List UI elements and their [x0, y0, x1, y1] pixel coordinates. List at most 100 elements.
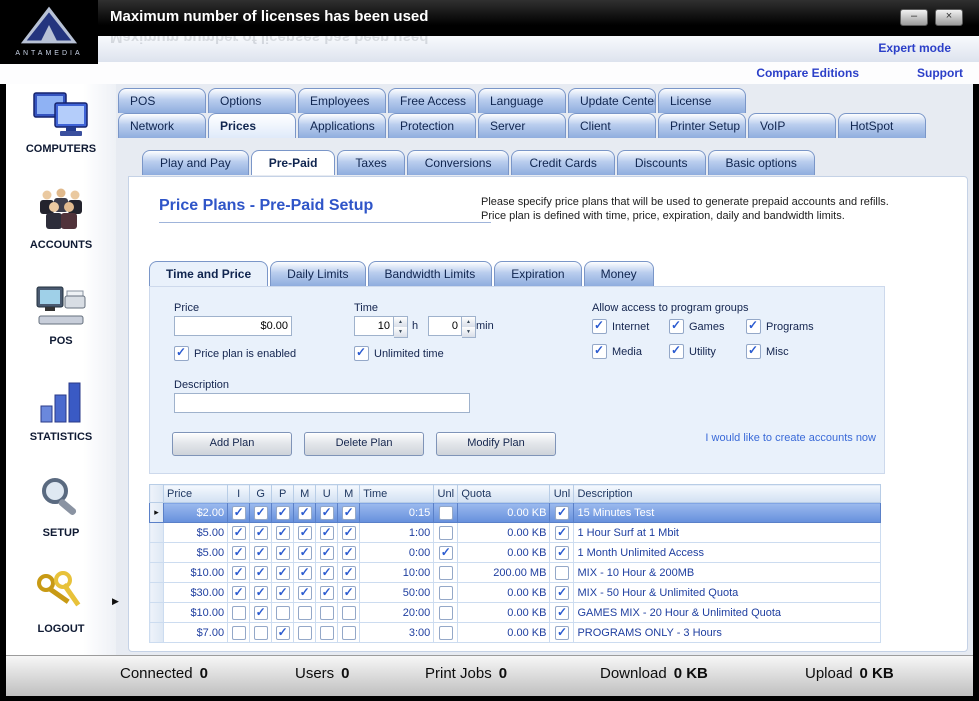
checkbox-mark[interactable]: [319, 505, 334, 520]
expert-mode-link[interactable]: Expert mode: [878, 41, 951, 55]
checkbox-mark[interactable]: [341, 545, 356, 560]
checkbox-mark[interactable]: [253, 625, 268, 640]
checkbox-mark[interactable]: [275, 545, 290, 560]
column-header-g[interactable]: G: [249, 484, 273, 503]
hours-input[interactable]: [354, 316, 394, 336]
checkbox-mark[interactable]: [592, 343, 607, 359]
sidebar-item-statistics[interactable]: STATISTICS: [6, 372, 116, 468]
column-header-u[interactable]: U: [315, 484, 339, 503]
checkbox-mark[interactable]: [438, 605, 453, 620]
checkbox-mark[interactable]: [231, 505, 246, 520]
checkbox-mark[interactable]: [669, 343, 684, 359]
column-header-description[interactable]: Description: [573, 484, 881, 503]
inner-tab-money[interactable]: Money: [583, 261, 654, 286]
checkbox-mark[interactable]: [319, 625, 334, 640]
close-button[interactable]: ×: [935, 9, 963, 26]
checkbox-mark[interactable]: [253, 545, 268, 560]
checkbox-mark[interactable]: [592, 318, 607, 334]
compare-editions-link[interactable]: Compare Editions: [756, 66, 859, 80]
tab-voip[interactable]: VoIP: [748, 113, 836, 138]
subtab-credit-cards[interactable]: Credit Cards: [511, 150, 615, 175]
checkbox-mark[interactable]: [253, 605, 268, 620]
subtab-pre-paid[interactable]: Pre-Paid: [250, 150, 336, 175]
subtab-play-and-pay[interactable]: Play and Pay: [142, 150, 249, 175]
column-header-m[interactable]: M: [293, 484, 317, 503]
support-link[interactable]: Support: [917, 66, 963, 80]
inner-tab-bandwidth-limits[interactable]: Bandwidth Limits: [367, 261, 493, 286]
tab-license[interactable]: License: [658, 88, 746, 113]
column-header-unl-2[interactable]: Unl: [549, 484, 575, 503]
table-row[interactable]: $7.00 3:00 0.00 KB PROGRAMS ONLY - 3 Hours: [148, 622, 881, 643]
checkbox-mark[interactable]: [297, 565, 312, 580]
checkbox-mark[interactable]: [253, 505, 268, 520]
checkbox-mark[interactable]: [275, 605, 290, 620]
inner-tab-expiration[interactable]: Expiration: [494, 261, 582, 286]
sidebar-item-pos[interactable]: POS: [6, 276, 116, 372]
modify-plan-button[interactable]: Modify Plan: [436, 432, 556, 456]
column-header-time[interactable]: Time: [359, 484, 435, 503]
table-row[interactable]: ▸$2.00 0:15 0.00 KB 15 Minutes Test: [148, 502, 881, 523]
checkbox-mark[interactable]: [319, 565, 334, 580]
tab-employees[interactable]: Employees: [298, 88, 386, 113]
checkbox-mark[interactable]: [319, 525, 334, 540]
column-header-unl[interactable]: Unl: [433, 484, 459, 503]
subtab-discounts[interactable]: Discounts: [616, 150, 706, 175]
subtab-conversions[interactable]: Conversions: [406, 150, 510, 175]
checkbox-mark[interactable]: [554, 565, 569, 580]
checkbox-media[interactable]: Media: [592, 343, 669, 359]
checkbox-mark[interactable]: [297, 625, 312, 640]
table-row[interactable]: $5.00 0:00 0.00 KB 1 Month Unlimited Access: [148, 542, 881, 563]
subtab-basic-options[interactable]: Basic options: [707, 150, 815, 175]
tab-client[interactable]: Client: [568, 113, 656, 138]
checkbox-mark[interactable]: [253, 525, 268, 540]
checkbox-mark[interactable]: [438, 525, 453, 540]
checkbox-mark[interactable]: [341, 605, 356, 620]
checkbox-misc[interactable]: Misc: [746, 343, 836, 359]
tab-network[interactable]: Network: [118, 113, 206, 138]
price-input[interactable]: [174, 316, 292, 336]
price-plan-enabled-checkbox[interactable]: Price plan is enabled: [174, 345, 296, 361]
column-header-m-2[interactable]: M: [337, 484, 361, 503]
tab-options[interactable]: Options: [208, 88, 296, 113]
tab-applications[interactable]: Applications: [298, 113, 386, 138]
checkbox-mark[interactable]: [438, 565, 453, 580]
checkbox-mark[interactable]: [319, 605, 334, 620]
checkbox-mark[interactable]: [275, 565, 290, 580]
minutes-input[interactable]: [428, 316, 462, 336]
column-header-price[interactable]: Price: [163, 484, 229, 503]
unlimited-time-checkbox[interactable]: Unlimited time: [354, 345, 444, 361]
checkbox-mark[interactable]: [231, 605, 246, 620]
minimize-button[interactable]: –: [900, 9, 928, 26]
checkbox-mark[interactable]: [341, 625, 356, 640]
checkbox-mark[interactable]: [746, 343, 761, 359]
tab-hotspot[interactable]: HotSpot: [838, 113, 926, 138]
checkbox-mark[interactable]: [554, 525, 569, 540]
table-row[interactable]: $10.00 10:00 200.00 MB MIX - 10 Hour & 200M…: [148, 562, 881, 583]
checkbox-mark[interactable]: [341, 565, 356, 580]
checkbox-mark[interactable]: [231, 565, 246, 580]
checkbox-mark[interactable]: [554, 505, 569, 520]
checkbox-mark[interactable]: [341, 525, 356, 540]
checkbox-mark[interactable]: [231, 625, 246, 640]
checkbox-mark[interactable]: [275, 525, 290, 540]
column-header-p[interactable]: P: [271, 484, 295, 503]
tab-protection[interactable]: Protection: [388, 113, 476, 138]
sidebar-item-logout[interactable]: LOGOUT: [6, 564, 116, 660]
inner-tab-daily-limits[interactable]: Daily Limits: [270, 261, 366, 286]
tab-language[interactable]: Language: [478, 88, 566, 113]
checkbox-mark[interactable]: [438, 505, 453, 520]
checkbox-mark[interactable]: [297, 525, 312, 540]
hours-spinner[interactable]: ▲ ▼: [354, 316, 408, 338]
checkbox-utility[interactable]: Utility: [669, 343, 746, 359]
hours-decrement-button[interactable]: ▼: [394, 327, 407, 337]
column-header-quota[interactable]: Quota: [457, 484, 551, 503]
checkbox-mark[interactable]: [746, 318, 761, 334]
subtab-taxes[interactable]: Taxes: [337, 150, 405, 175]
checkbox-mark[interactable]: [253, 565, 268, 580]
tab-update-center[interactable]: Update Center: [568, 88, 656, 113]
checkbox-mark[interactable]: [297, 505, 312, 520]
add-plan-button[interactable]: Add Plan: [172, 432, 292, 456]
minutes-increment-button[interactable]: ▲: [462, 317, 475, 327]
hours-increment-button[interactable]: ▲: [394, 317, 407, 327]
checkbox-mark[interactable]: [231, 525, 246, 540]
